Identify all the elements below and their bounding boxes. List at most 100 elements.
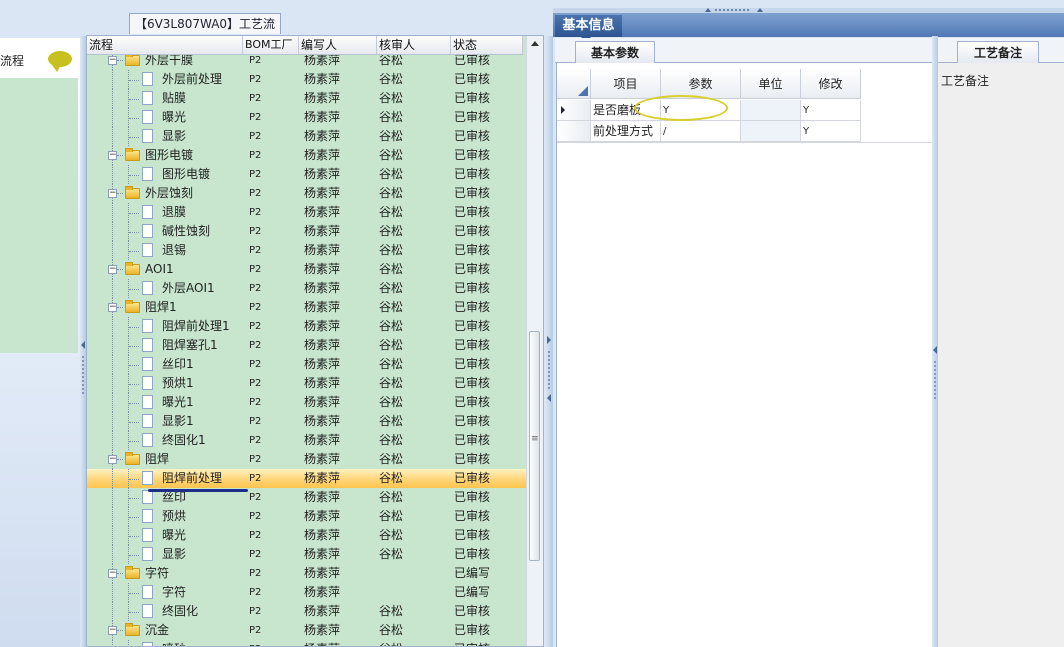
tree-row[interactable]: 图形电镀 P2 杨素萍 谷松 已审核 xyxy=(87,165,527,184)
tree-folder-row[interactable]: − AOI1 P2 杨素萍 谷松 已审核 xyxy=(87,260,527,279)
tree-row[interactable]: 碱性蚀刻 P2 杨素萍 谷松 已审核 xyxy=(87,222,527,241)
tree-cell-writer: 杨素萍 xyxy=(304,281,341,295)
collapse-toggle-icon[interactable]: − xyxy=(108,189,117,198)
tree-cell-reviewer: 谷松 xyxy=(379,110,404,124)
grid-cell-unit[interactable] xyxy=(741,121,801,142)
tree-row[interactable]: 贴膜 P2 杨素萍 谷松 已审核 xyxy=(87,89,527,108)
tree-row[interactable]: 预烘 P2 杨素萍 谷松 已审核 xyxy=(87,507,527,526)
grid-header-item[interactable]: 项目 xyxy=(591,69,661,99)
tree-row[interactable]: 显影 P2 杨素萍 谷松 已审核 xyxy=(87,545,527,564)
col-header-writer[interactable]: 编写人 xyxy=(299,36,377,54)
tree-row[interactable]: 丝印1 P2 杨素萍 谷松 已审核 xyxy=(87,355,527,374)
collapse-left-arrow-icon[interactable] xyxy=(81,341,85,349)
tree-cell-writer: 杨素萍 xyxy=(304,186,341,200)
tree-cell-bom: P2 xyxy=(249,169,262,180)
tree-row[interactable]: 曝光 P2 杨素萍 谷松 已审核 xyxy=(87,526,527,545)
notes-body[interactable] xyxy=(938,63,1064,647)
tree-cell-status: 已审核 xyxy=(454,205,491,219)
tree-row[interactable]: 外层前处理 P2 杨素萍 谷松 已审核 xyxy=(87,70,527,89)
collapse-toggle-icon[interactable]: − xyxy=(108,626,117,635)
grid-cell-modify[interactable]: Y xyxy=(801,121,861,142)
tree-row[interactable]: 预烘1 P2 杨素萍 谷松 已审核 xyxy=(87,374,527,393)
tree-row[interactable]: 显影1 P2 杨素萍 谷松 已审核 xyxy=(87,412,527,431)
col-header-status[interactable]: 状态 xyxy=(451,36,523,54)
chat-bubble-icon[interactable] xyxy=(48,51,72,72)
collapse-toggle-icon[interactable]: − xyxy=(108,455,117,464)
tree-cell-reviewer: 谷松 xyxy=(379,300,404,314)
tree-row[interactable]: 外层AOI1 P2 杨素萍 谷松 已审核 xyxy=(87,279,527,298)
tree-cell-name: 预烘 xyxy=(162,509,187,523)
tree-cell-writer: 杨素萍 xyxy=(304,300,341,314)
tree-cell-bom: P2 xyxy=(249,530,262,541)
grid-header-modify[interactable]: 修改 xyxy=(801,69,861,99)
collapse-toggle-icon[interactable]: − xyxy=(108,569,117,578)
tree-row[interactable]: 终固化 P2 杨素萍 谷松 已审核 xyxy=(87,602,527,621)
folder-icon xyxy=(125,566,140,579)
splitter-grip[interactable] xyxy=(82,356,84,396)
tab-basic-params[interactable]: 基本参数 xyxy=(575,41,655,63)
col-header-bom[interactable]: BOM工厂 xyxy=(243,36,299,54)
collapse-toggle-icon[interactable]: − xyxy=(108,56,117,65)
tree-cell-reviewer: 谷松 xyxy=(379,490,404,504)
tree-folder-row[interactable]: − 阻焊1 P2 杨素萍 谷松 已审核 xyxy=(87,298,527,317)
tree-cell-writer: 杨素萍 xyxy=(304,357,341,371)
tree-folder-row[interactable]: − 外层蚀刻 P2 杨素萍 谷松 已审核 xyxy=(87,184,527,203)
document-icon xyxy=(142,414,153,428)
collapse-arrow-icon[interactable] xyxy=(933,346,937,354)
tree-cell-bom: P2 xyxy=(249,302,262,313)
collapse-toggle-icon[interactable]: − xyxy=(108,303,117,312)
tree-cell-name: 贴膜 xyxy=(162,91,187,105)
tree-row[interactable]: 阻焊前处理1 P2 杨素萍 谷松 已审核 xyxy=(87,317,527,336)
tab-basic-info[interactable]: 基本信息 xyxy=(555,15,622,42)
tree-row[interactable]: 喷砂 P2 杨素萍 谷松 已审核 xyxy=(87,640,527,646)
tree-row[interactable]: 退锡 P2 杨素萍 谷松 已审核 xyxy=(87,241,527,260)
folder-icon xyxy=(125,148,140,161)
scroll-thumb[interactable] xyxy=(529,331,540,561)
tree-row[interactable]: 字符 P2 杨素萍 已编写 xyxy=(87,583,527,602)
tree-cell-bom: P2 xyxy=(249,131,262,142)
col-header-flow[interactable]: 流程 xyxy=(87,36,243,54)
document-icon xyxy=(142,224,153,238)
tab-process-notes[interactable]: 工艺备注 xyxy=(957,41,1039,63)
tree-row[interactable]: 终固化1 P2 杨素萍 谷松 已审核 xyxy=(87,431,527,450)
tree-folder-row[interactable]: − 图形电镀 P2 杨素萍 谷松 已审核 xyxy=(87,146,527,165)
expand-arrow-icon[interactable] xyxy=(547,336,551,344)
splitter-grip[interactable] xyxy=(934,361,936,401)
tree-row[interactable]: 阻焊塞孔1 P2 杨素萍 谷松 已审核 xyxy=(87,336,527,355)
tree-row[interactable]: 退膜 P2 杨素萍 谷松 已审核 xyxy=(87,203,527,222)
collapse-toggle-icon[interactable]: − xyxy=(108,265,117,274)
tree-cell-writer: 杨素萍 xyxy=(304,167,341,181)
grid-cell-param[interactable]: / xyxy=(661,121,741,142)
tree-row[interactable]: 阻焊前处理 P2 杨素萍 谷松 已审核 xyxy=(87,469,527,488)
grid-cell-modify[interactable]: Y xyxy=(801,100,861,121)
tree-cell-reviewer: 谷松 xyxy=(379,395,404,409)
tree-cell-status: 已审核 xyxy=(454,167,491,181)
scroll-up-arrow-icon[interactable] xyxy=(531,41,539,46)
tree-cell-bom: P2 xyxy=(249,473,262,484)
document-icon xyxy=(142,433,153,447)
tree-row[interactable]: 显影 P2 杨素萍 谷松 已审核 xyxy=(87,127,527,146)
tree-row[interactable]: 曝光1 P2 杨素萍 谷松 已审核 xyxy=(87,393,527,412)
grid-cell-unit[interactable] xyxy=(741,100,801,121)
tab-process-flow[interactable]: 【6V3L807WA0】工艺流程 xyxy=(129,13,281,51)
col-header-reviewer[interactable]: 核审人 xyxy=(377,36,451,54)
tree-folder-row[interactable]: − 阻焊 P2 杨素萍 谷松 已审核 xyxy=(87,450,527,469)
tree-cell-status: 已审核 xyxy=(454,129,491,143)
tree-cell-writer: 杨素萍 xyxy=(304,433,341,447)
annotation-underline xyxy=(148,489,248,492)
collapse-arrow-icon[interactable] xyxy=(547,394,551,402)
tree-folder-row[interactable]: − 字符 P2 杨素萍 已编写 xyxy=(87,564,527,583)
grid-cell-item[interactable]: 前处理方式 xyxy=(591,121,661,142)
tree-cell-name: 曝光 xyxy=(162,110,187,124)
row-header[interactable] xyxy=(557,121,591,142)
tree-cell-writer: 杨素萍 xyxy=(304,528,341,542)
tree-folder-row[interactable]: − 沉金 P2 杨素萍 谷松 已审核 xyxy=(87,621,527,640)
tree-row[interactable]: 曝光 P2 杨素萍 谷松 已审核 xyxy=(87,108,527,127)
tree-cell-reviewer: 谷松 xyxy=(379,281,404,295)
grid-header-unit[interactable]: 单位 xyxy=(741,69,801,99)
tree-scrollbar[interactable] xyxy=(526,36,543,646)
document-icon xyxy=(142,376,153,390)
collapse-toggle-icon[interactable]: − xyxy=(108,151,117,160)
splitter-grip[interactable] xyxy=(548,351,550,391)
middle-splitter[interactable] xyxy=(545,36,553,647)
